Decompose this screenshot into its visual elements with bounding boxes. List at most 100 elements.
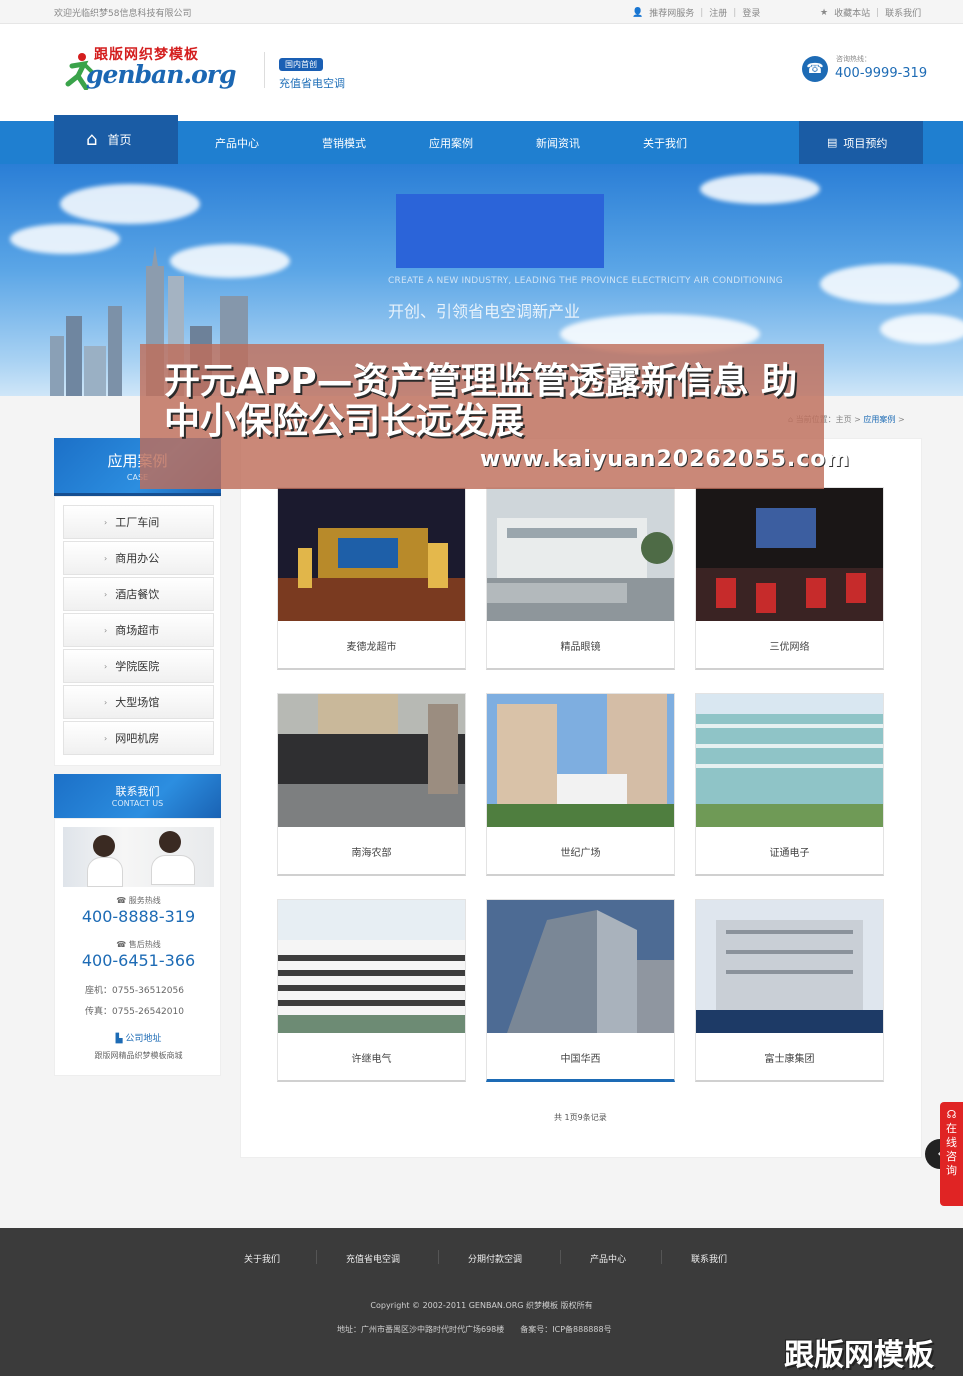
user-icon: 👤 bbox=[632, 7, 644, 18]
nav-home[interactable]: ⌂ 首页 bbox=[54, 115, 178, 164]
sidebar-item-venue[interactable]: › 大型场馆 bbox=[63, 685, 214, 719]
copyright: Copyright © 2002-2011 GENBAN.ORG 织梦模板 版权… bbox=[370, 1301, 593, 1310]
star-icon: ★ bbox=[820, 7, 829, 18]
case-name: 中国华西 bbox=[560, 1054, 601, 1065]
favorite-link[interactable]: 收藏本站 bbox=[834, 6, 870, 19]
case-card[interactable]: 麦德龙超市 bbox=[277, 487, 466, 670]
nav-cases[interactable]: 应用案例 bbox=[429, 135, 473, 151]
home-icon: ⌂ bbox=[86, 129, 98, 150]
case-photo bbox=[696, 488, 883, 621]
banner-image-placeholder bbox=[396, 194, 604, 268]
phone-line: 座机：0755-36512056 bbox=[85, 986, 184, 996]
bullet-icon: › bbox=[104, 625, 108, 635]
footer-address: 地址：广州市番禺区沙中路时代时代广场698楼 备案号：ICP备888888号 bbox=[337, 1325, 612, 1334]
site-logo[interactable]: 跟版网织梦模板 genban.org bbox=[64, 44, 236, 94]
sidebar-item-office[interactable]: › 商用办公 bbox=[63, 541, 214, 575]
footer-link-recharge[interactable]: 充值省电空调 bbox=[346, 1252, 400, 1265]
sidebar-item-netcafe[interactable]: › 网吧机房 bbox=[63, 721, 214, 755]
nav-about[interactable]: 关于我们 bbox=[643, 135, 687, 151]
sidebar-item-label: 商场超市 bbox=[115, 624, 160, 637]
logo-en: genban.org bbox=[86, 60, 236, 89]
address-text: 跟版网精品织梦模板商城 bbox=[94, 1051, 183, 1060]
document-icon: ▤ bbox=[827, 136, 838, 149]
account-links: 👤 推荐网服务 | 注册 | 登录 bbox=[632, 6, 761, 20]
welcome-text: 欢迎光临织梦58信息科技有限公司 bbox=[54, 9, 192, 19]
nav-reserve-label: 项目预约 bbox=[843, 136, 888, 150]
nav-products[interactable]: 产品中心 bbox=[215, 135, 259, 151]
nav-news[interactable]: 新闻资讯 bbox=[536, 135, 580, 151]
first-badge: 国内首创 bbox=[279, 58, 323, 71]
phone-icon: ☎ bbox=[802, 56, 828, 82]
contact-title-cn: 联系我们 bbox=[115, 785, 160, 798]
footer-link-products[interactable]: 产品中心 bbox=[590, 1252, 626, 1265]
slogan: 充值省电空调 bbox=[279, 77, 345, 90]
bullet-icon: › bbox=[104, 697, 108, 707]
breadcrumb-home[interactable]: 主页 bbox=[836, 415, 852, 424]
banner-en-line: CREATE A NEW INDUSTRY, LEADING THE PROVI… bbox=[388, 276, 783, 286]
case-name: 富士康集团 bbox=[764, 1054, 815, 1065]
case-card[interactable]: 证通电子 bbox=[695, 693, 884, 876]
after-sales-label: ☎ 售后热线 bbox=[116, 940, 161, 949]
case-card[interactable]: 富士康集团 bbox=[695, 899, 884, 1082]
fax-line: 传真：0755-26542010 bbox=[85, 1007, 184, 1017]
sidebar-item-school[interactable]: › 学院医院 bbox=[63, 649, 214, 683]
footer-link-contact[interactable]: 联系我们 bbox=[691, 1252, 727, 1265]
case-photo bbox=[278, 488, 465, 621]
case-photo bbox=[487, 488, 674, 621]
contact-link[interactable]: 联系我们 bbox=[885, 6, 921, 19]
sidebar-item-hotel[interactable]: › 酒店餐饮 bbox=[63, 577, 214, 611]
sidebar-item-label: 网吧机房 bbox=[115, 732, 160, 745]
nav-reserve[interactable]: ▤ 项目预约 bbox=[799, 121, 923, 164]
slogan-box: 国内首创 充值省电空调 bbox=[264, 52, 354, 90]
case-photo bbox=[487, 694, 674, 827]
hotline-label: 咨询热线： bbox=[836, 55, 871, 63]
contact-title-en: CONTACT US bbox=[111, 799, 164, 808]
promo-url: www.kaiyuan20262055.com bbox=[480, 447, 851, 472]
register-link[interactable]: 注册 bbox=[709, 6, 727, 19]
online-consult-button[interactable]: ☊ 在线咨询 bbox=[940, 1102, 963, 1206]
promo-title: 开元APP—资产管理监管透露新信息 助中小保险公司长远发展 bbox=[164, 361, 798, 442]
case-photo bbox=[278, 694, 465, 827]
case-card[interactable]: 三优网络 bbox=[695, 487, 884, 670]
bullet-icon: › bbox=[104, 733, 108, 743]
sidebar-item-label: 学院医院 bbox=[115, 660, 160, 673]
login-link[interactable]: 登录 bbox=[742, 6, 760, 19]
online-consult-label: 在线咨询 bbox=[946, 1122, 957, 1177]
case-photo bbox=[278, 900, 465, 1033]
recommend-link[interactable]: 推荐网服务 bbox=[649, 6, 694, 19]
case-card[interactable]: 精品眼镜 bbox=[486, 487, 675, 670]
nav-home-label: 首页 bbox=[107, 133, 132, 147]
case-card[interactable]: 许继电气 bbox=[277, 899, 466, 1082]
service-label: ☎ 服务热线 bbox=[116, 896, 161, 905]
footer-link-installment[interactable]: 分期付款空调 bbox=[468, 1252, 522, 1265]
case-name: 南海农部 bbox=[351, 848, 392, 859]
case-card[interactable]: 中国华西 bbox=[486, 899, 675, 1082]
nav-marketing[interactable]: 营销模式 bbox=[322, 135, 366, 151]
banner-cn-line: 开创、引领省电空调新产业 bbox=[388, 302, 581, 321]
breadcrumb-current[interactable]: 应用案例 bbox=[863, 415, 895, 424]
customer-service-image bbox=[63, 827, 214, 887]
sidebar-item-label: 大型场馆 bbox=[115, 696, 160, 709]
service-number: 400-8888-319 bbox=[81, 907, 196, 926]
case-photo bbox=[487, 900, 674, 1033]
headset-icon: ☊ bbox=[946, 1108, 957, 1121]
case-photo bbox=[696, 694, 883, 827]
case-card[interactable]: 世纪广场 bbox=[486, 693, 675, 876]
main-nav: ⌂ 首页 产品中心 营销模式 应用案例 新闻资讯 关于我们 ▤ 项目预约 bbox=[0, 115, 963, 164]
case-card[interactable]: 南海农部 bbox=[277, 693, 466, 876]
bullet-icon: › bbox=[104, 517, 108, 527]
case-name: 三优网络 bbox=[769, 642, 810, 653]
hotline-number: 400-9999-319 bbox=[835, 66, 928, 81]
sidebar-item-label: 工厂车间 bbox=[115, 516, 160, 529]
promo-overlay[interactable]: 开元APP—资产管理监管透露新信息 助中小保险公司长远发展 www.kaiyua… bbox=[140, 344, 849, 489]
bullet-icon: › bbox=[104, 553, 108, 563]
utility-links: ★ 收藏本站 | 联系我们 bbox=[820, 6, 922, 20]
pagination: 共 1页9条记录 bbox=[554, 1113, 607, 1122]
top-bar: 欢迎光临织梦58信息科技有限公司 👤 推荐网服务 | 注册 | 登录 ★ 收藏本… bbox=[0, 0, 963, 24]
sidebar-item-factory[interactable]: › 工厂车间 bbox=[63, 505, 214, 539]
footer-link-about[interactable]: 关于我们 bbox=[244, 1252, 280, 1265]
contact-title: 联系我们 CONTACT US bbox=[54, 774, 221, 818]
case-name: 麦德龙超市 bbox=[346, 642, 397, 653]
sidebar-item-mall[interactable]: › 商场超市 bbox=[63, 613, 214, 647]
case-name: 证通电子 bbox=[769, 848, 810, 859]
